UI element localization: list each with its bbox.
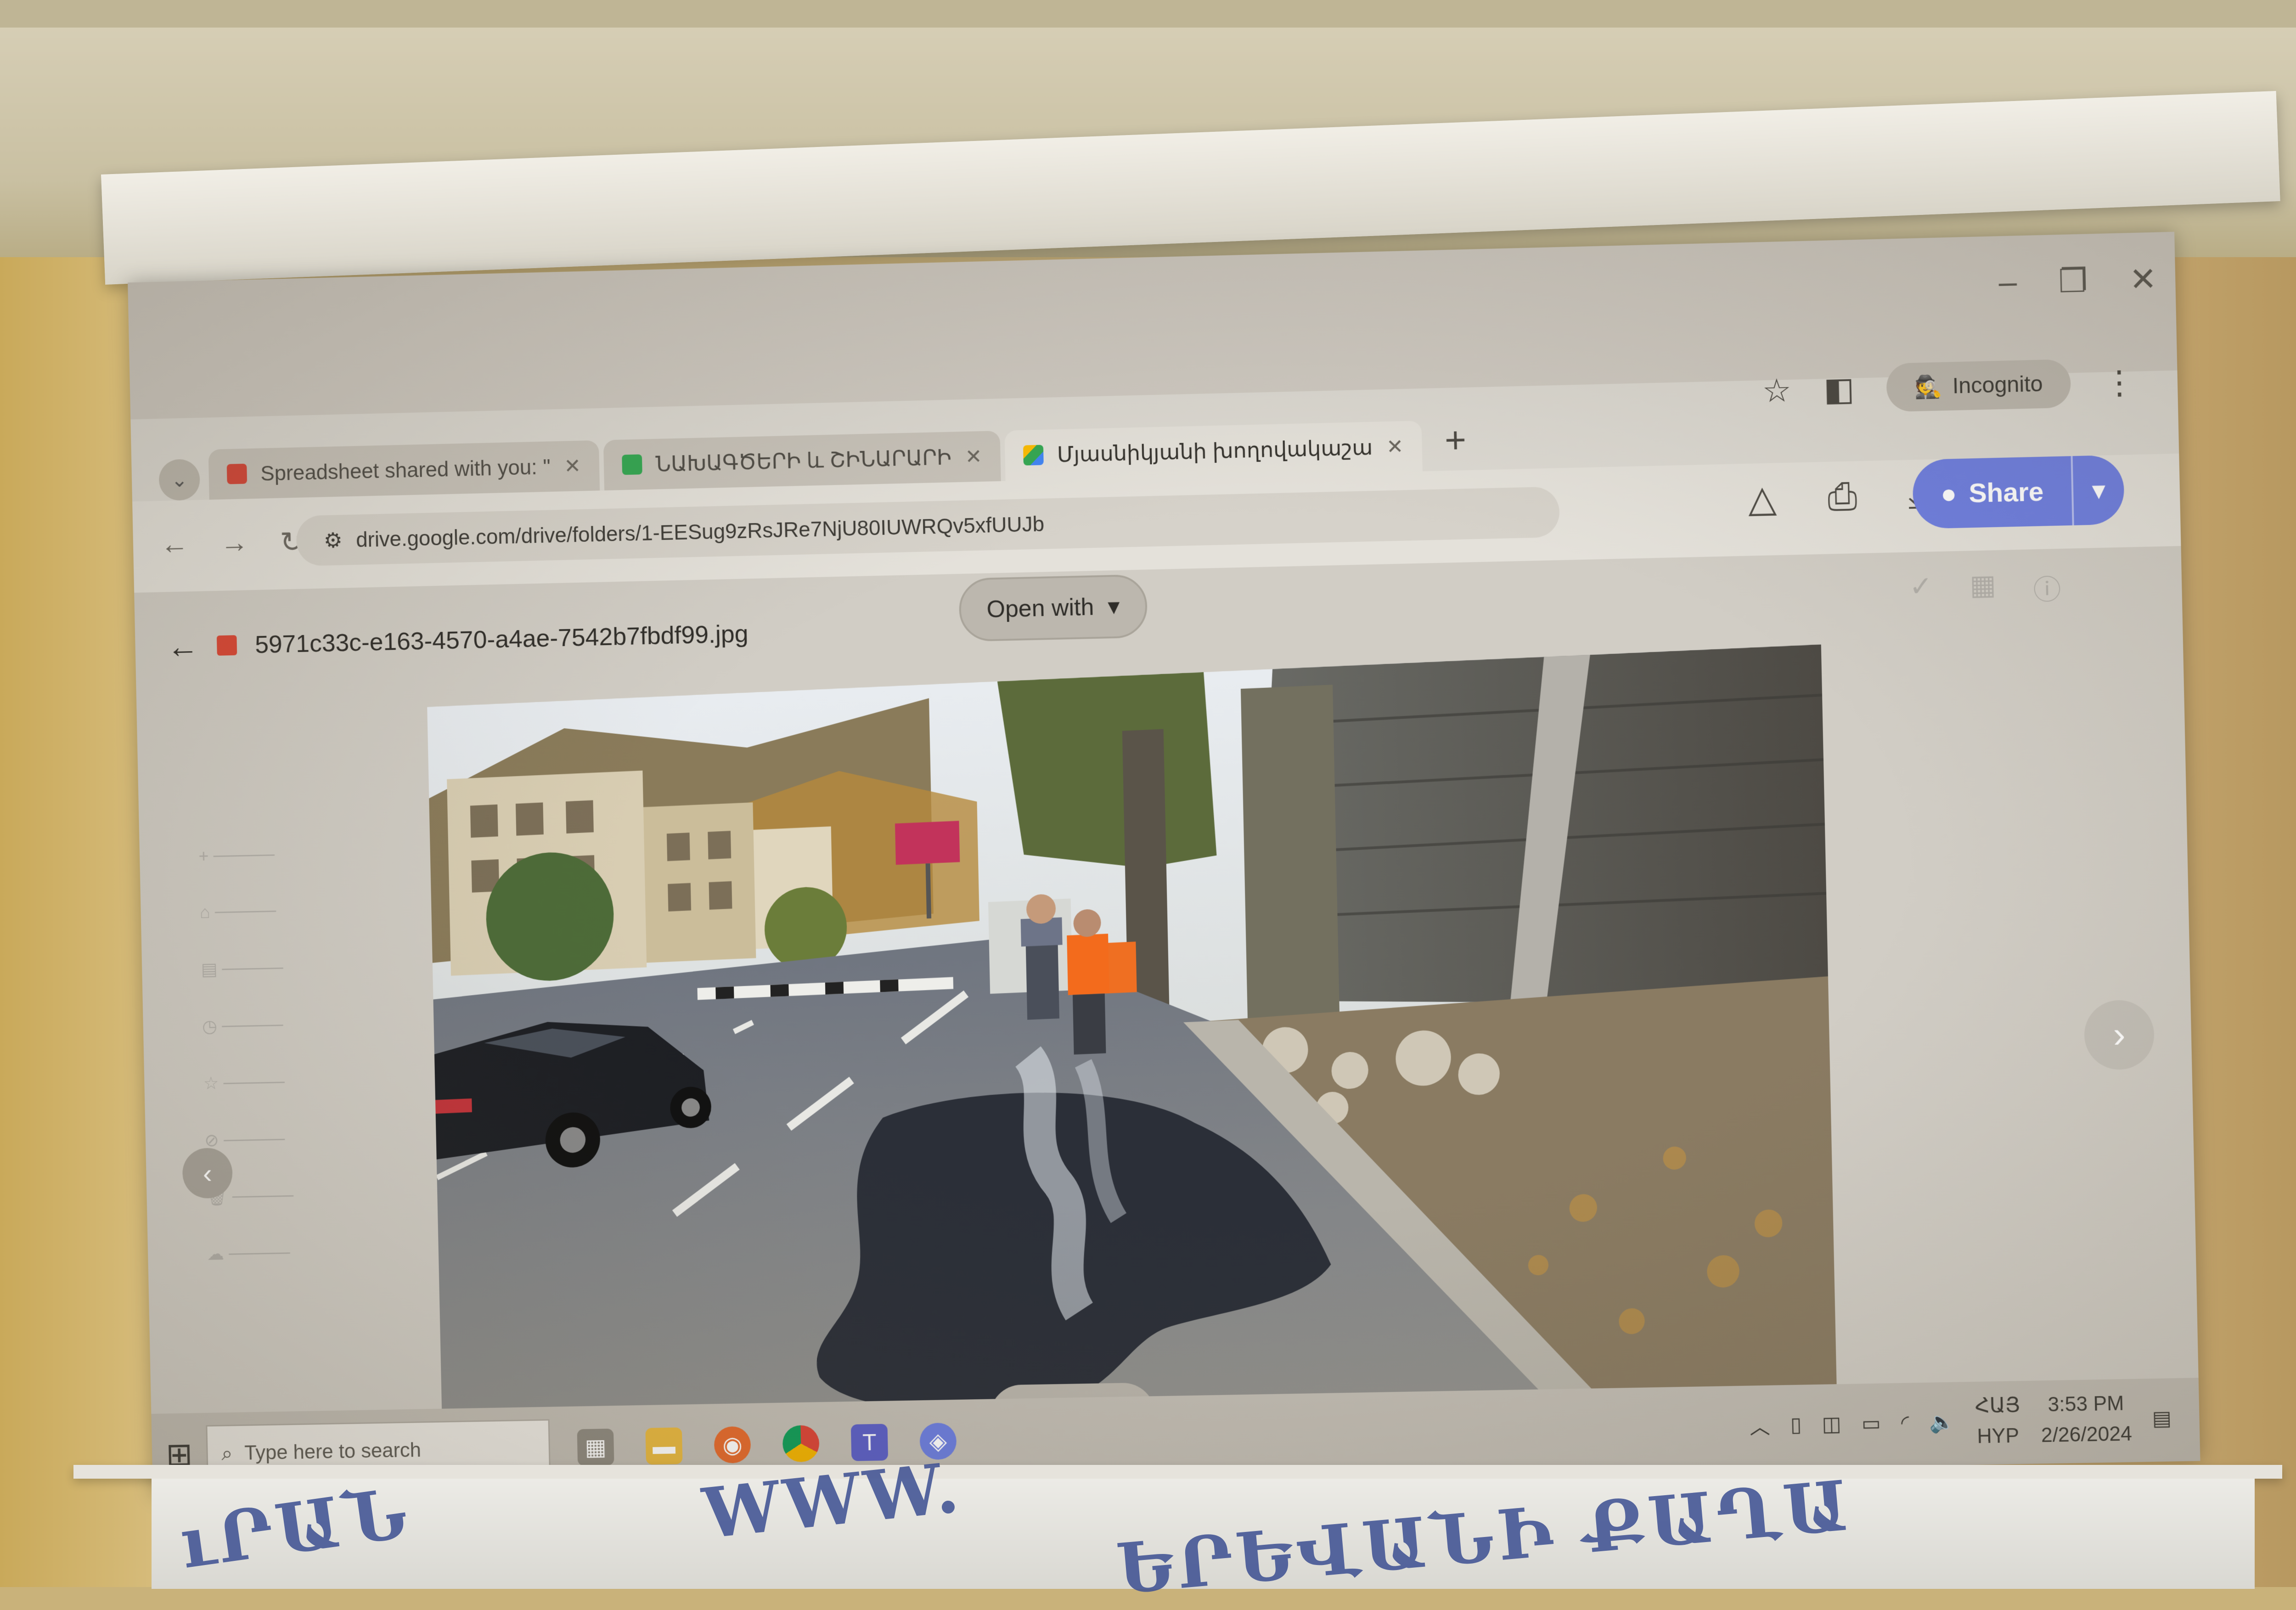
banner-text: ԵՐԵՎԱՆԻ ՔԱՂԱ <box>1114 1465 1856 1610</box>
side-panel-icon[interactable]: ◧ <box>1823 370 1855 408</box>
clock[interactable]: 3:53 PM 2/26/2024 <box>2040 1388 2133 1451</box>
search-icon: ⌕ <box>221 1442 233 1465</box>
notifications-icon[interactable]: ▤ <box>2152 1406 2172 1430</box>
projected-screen: – ❐ ✕ ⌄ Spreadsheet shared with you: " ✕… <box>128 231 2200 1496</box>
restore-icon[interactable]: ❐ <box>2058 262 2088 300</box>
clock-time: 3:53 PM <box>2048 1392 2124 1416</box>
task-view-icon[interactable]: ▦ <box>577 1428 614 1466</box>
browser-menu-icon[interactable]: ⋮ <box>2103 363 2136 401</box>
faded-drive-toolbar: ✓ ▦ ⓘ <box>1909 569 2062 606</box>
close-window-icon[interactable]: ✕ <box>2129 260 2157 298</box>
open-with-button[interactable]: Open with ▾ <box>958 574 1148 642</box>
viewer-back-arrow-icon[interactable]: ← <box>167 628 199 665</box>
road-repair-photo <box>427 644 1839 1496</box>
device-icon[interactable]: ▯ <box>1790 1413 1801 1436</box>
url-text: drive.google.com/drive/folders/1-EESug9z… <box>355 512 1045 552</box>
tab-sheets[interactable]: ՆԱԽԱԳԾԵՐԻ և ՇԻՆԱՐԱՐԻ ✕ <box>603 430 1001 491</box>
file-name: 5971c33c-e163-4570-a4ae-7542b7fbdf99.jpg <box>254 619 749 659</box>
incognito-icon: 🕵 <box>1914 374 1943 400</box>
new-tab-plus-icon[interactable]: + <box>1444 419 1467 462</box>
image-file-icon <box>216 635 237 656</box>
file-header: ← 5971c33c-e163-4570-a4ae-7542b7fbdf99.j… <box>167 615 749 665</box>
gmail-favicon-icon <box>226 463 248 484</box>
system-tray: ︿ ▯ ◫ ▭ ◜ 🔈 ՀԱՅ HYP 3:53 PM 2/26/2024 ▤ <box>1749 1388 2172 1456</box>
close-tab-icon[interactable]: ✕ <box>965 445 982 468</box>
close-tab-icon[interactable]: ✕ <box>1386 435 1404 459</box>
tab-drive-active[interactable]: Մյասնիկյանի խողովակաշա ✕ <box>1004 421 1423 481</box>
tab-spreadsheet[interactable]: Spreadsheet shared with you: " ✕ <box>208 440 600 500</box>
photo-preview <box>427 644 1839 1496</box>
chrome-icon[interactable] <box>782 1425 820 1463</box>
search-placeholder: Type here to search <box>244 1439 422 1464</box>
nav-buttons: ← → ↻ <box>160 525 304 562</box>
drive-file-viewer: + ───── ⌂ ───── ▤ ───── ◷ ───── ☆ ───── … <box>134 546 2200 1496</box>
tab-title: Մյասնիկյանի խողովակաշա <box>1057 435 1373 467</box>
back-icon[interactable]: ← <box>160 528 189 562</box>
banner-text: ւՐԱՆ <box>174 1472 416 1585</box>
address-bar[interactable]: ⚙ drive.google.com/drive/folders/1-EESug… <box>296 486 1560 566</box>
forward-icon[interactable]: → <box>220 526 249 560</box>
wifi-icon[interactable]: ◜ <box>1901 1411 1909 1435</box>
bookmark-star-icon[interactable]: ☆ <box>1762 371 1792 410</box>
add-to-drive-icon[interactable]: △ <box>1748 477 1777 520</box>
tab-search-chevron-icon[interactable]: ⌄ <box>158 459 201 501</box>
ceiling-beam <box>0 0 2296 28</box>
chevron-up-icon[interactable]: ︿ <box>1750 1410 1771 1440</box>
sheets-favicon-icon <box>621 454 642 475</box>
drive-favicon-icon <box>1023 445 1044 466</box>
camera-icon[interactable]: ◫ <box>1822 1412 1841 1436</box>
clock-date: 2/26/2024 <box>2041 1422 2133 1447</box>
close-tab-icon[interactable]: ✕ <box>564 454 581 478</box>
share-label: Share <box>1968 476 2044 508</box>
browser-top-right: ☆ ◧ 🕵 Incognito ⋮ <box>1762 358 2136 415</box>
firefox-icon[interactable]: ◉ <box>714 1426 751 1464</box>
chevron-down-icon: ▾ <box>1107 593 1120 620</box>
share-icon: ● <box>1940 478 1957 509</box>
share-button[interactable]: ● Share ▾ <box>1912 455 2125 529</box>
print-icon[interactable]: ⎙ <box>1827 475 1857 518</box>
next-file-arrow-icon[interactable]: › <box>2083 999 2155 1070</box>
input-language[interactable]: ՀԱՅ HYP <box>1975 1390 2021 1452</box>
tab-title: ՆԱԽԱԳԾԵՐԻ և ՇԻՆԱՐԱՐԻ <box>655 445 952 476</box>
window-controls: – ❐ ✕ <box>1998 260 2157 302</box>
faded-drive-sidebar: + ───── ⌂ ───── ▤ ───── ◷ ───── ☆ ───── … <box>198 845 294 1264</box>
background-banner: ւՐԱՆ WWW. ԵՐԵՎԱՆԻ ՔԱՂԱ <box>152 1447 2255 1610</box>
incognito-label: Incognito <box>1952 372 2043 399</box>
site-settings-icon[interactable]: ⚙ <box>323 528 343 553</box>
share-dropdown-chevron-icon[interactable]: ▾ <box>2071 455 2125 526</box>
minimize-icon[interactable]: – <box>1998 264 2017 302</box>
tab-title: Spreadsheet shared with you: " <box>260 455 551 485</box>
file-explorer-icon[interactable]: ▬ <box>645 1427 683 1465</box>
open-with-label: Open with <box>986 594 1094 623</box>
incognito-badge[interactable]: 🕵 Incognito <box>1886 359 2071 412</box>
volume-icon[interactable]: 🔈 <box>1929 1410 1955 1434</box>
battery-icon[interactable]: ▭ <box>1861 1411 1881 1435</box>
